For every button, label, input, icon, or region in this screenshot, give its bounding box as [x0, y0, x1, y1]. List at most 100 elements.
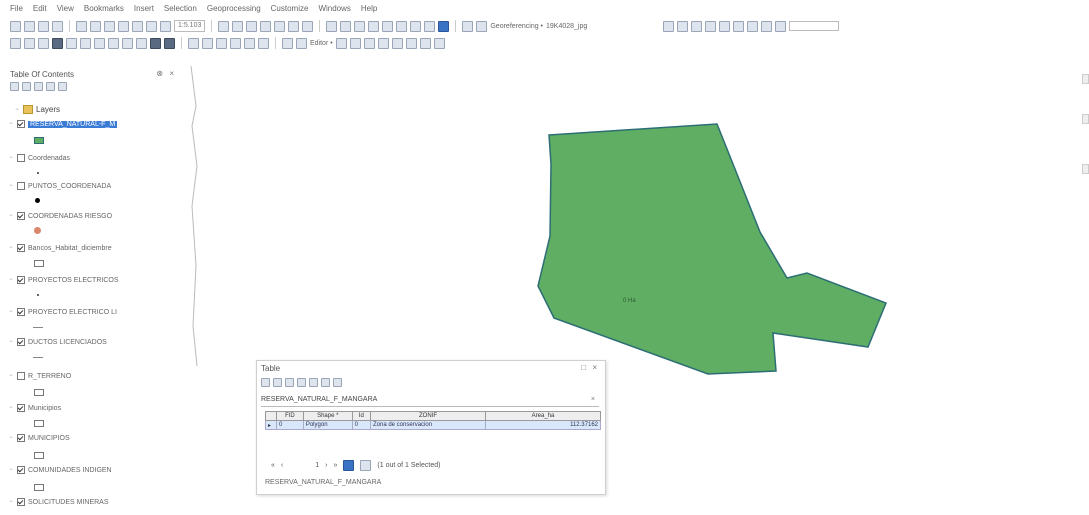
layer-item-r-terreno[interactable]: − R_TERRENO — [8, 372, 71, 380]
delete-icon[interactable] — [118, 20, 129, 32]
highlight-tool-icon[interactable] — [438, 20, 450, 32]
menu-selection[interactable]: Selection — [164, 4, 197, 13]
layer-item-municipios[interactable]: − Municipios — [8, 404, 61, 412]
collapse-icon[interactable]: − — [14, 107, 20, 113]
menu-help[interactable]: Help — [361, 4, 377, 13]
line-symbol-icon[interactable] — [33, 357, 43, 358]
forward-extent-icon[interactable] — [108, 37, 119, 49]
edit-tool-icon[interactable] — [335, 37, 347, 49]
layer-name[interactable]: DUCTOS LICENCIADOS — [28, 339, 107, 346]
layer-name[interactable]: PUNTOS_COORDENADA — [28, 183, 111, 190]
zoom-in-icon[interactable] — [10, 37, 21, 49]
map-scale-select[interactable]: 1:5.103 — [174, 20, 206, 32]
draw-tool-icon[interactable] — [691, 20, 703, 32]
layer-name[interactable]: R_TERRENO — [28, 373, 71, 380]
cell-area[interactable]: 112.37162 — [485, 420, 601, 430]
cell-zonif[interactable]: Zona de conservacion — [370, 420, 486, 430]
draw-tool-icon[interactable] — [677, 20, 689, 32]
dock-tab-icon[interactable] — [1082, 114, 1089, 124]
layer-visibility-checkbox[interactable] — [17, 466, 25, 474]
zoom-to-selected-icon[interactable] — [321, 378, 330, 387]
previous-record-icon[interactable]: ‹ — [281, 462, 283, 469]
select-elements-icon[interactable] — [150, 37, 161, 49]
layer-visibility-checkbox[interactable] — [17, 244, 25, 252]
html-popup-icon[interactable] — [258, 37, 269, 49]
menu-geoprocessing[interactable]: Geoprocessing — [207, 4, 261, 13]
collapse-icon[interactable]: − — [8, 155, 14, 161]
menu-insert[interactable]: Insert — [134, 4, 154, 13]
layer-name[interactable]: MUNICIPIOS — [28, 435, 70, 442]
dock-tab-icon[interactable] — [1082, 74, 1089, 84]
georef-tool-icon[interactable] — [354, 20, 366, 32]
layer-name[interactable]: PROYECTOS ELECTRICOS — [28, 277, 119, 284]
layer-item-proyectos-electricos[interactable]: − PROYECTOS ELECTRICOS — [8, 276, 119, 284]
show-all-records-icon[interactable] — [343, 460, 355, 471]
layer-name[interactable]: COMUNIDADES INDIGEN — [28, 467, 112, 474]
collapse-icon[interactable]: − — [8, 405, 14, 411]
georef-tool-icon[interactable] — [396, 20, 408, 32]
edit-tool-icon[interactable] — [433, 37, 445, 49]
polygon-symbol-icon[interactable] — [34, 484, 44, 491]
layer-item-ductos-licenciados[interactable]: − DUCTOS LICENCIADOS — [8, 338, 107, 346]
layer-item-coordenadas-riesgo[interactable]: − COORDENADAS RIESGO — [8, 212, 112, 220]
print-icon[interactable] — [52, 20, 63, 32]
draw-tool-icon[interactable] — [761, 20, 773, 32]
hyperlink-icon[interactable] — [244, 37, 255, 49]
delete-selected-icon[interactable] — [333, 378, 342, 387]
paste-icon[interactable] — [104, 20, 115, 32]
menu-file[interactable]: File — [10, 4, 23, 13]
toc-window-icon[interactable] — [232, 20, 244, 32]
edit-tool-icon[interactable] — [405, 37, 417, 49]
georef-options-icon[interactable] — [476, 20, 488, 32]
cell-fid[interactable]: 0 — [276, 420, 304, 430]
draw-tool-icon[interactable] — [705, 20, 717, 32]
cell-shape[interactable]: Polygon — [302, 420, 353, 430]
select-by-attributes-icon[interactable] — [285, 378, 294, 387]
editor-toolbar-icon[interactable] — [218, 20, 230, 32]
clear-selection-icon[interactable] — [136, 37, 147, 49]
point-symbol-icon[interactable] — [34, 227, 41, 234]
layer-visibility-checkbox[interactable] — [17, 212, 25, 220]
layer-name[interactable]: Bancos_Habitat_diciembre — [28, 245, 112, 252]
table-tab-label[interactable]: RESERVA_NATURAL_F_MANGARA — [261, 396, 377, 403]
georef-tool-icon[interactable] — [368, 20, 380, 32]
table-options-icon[interactable] — [261, 378, 270, 387]
polygon-symbol-icon[interactable] — [34, 260, 44, 267]
georef-tool-icon[interactable] — [340, 20, 352, 32]
open-icon[interactable] — [24, 20, 35, 32]
point-symbol-icon[interactable] — [35, 198, 40, 203]
copy-icon[interactable] — [90, 20, 101, 32]
time-slider-icon[interactable] — [282, 37, 293, 49]
layers-root[interactable]: − Layers — [14, 105, 60, 114]
table-window-controls[interactable]: □ × — [581, 363, 599, 372]
arctoolbox-icon[interactable] — [274, 20, 286, 32]
last-record-icon[interactable]: » — [334, 462, 338, 469]
close-tab-icon[interactable]: × — [591, 396, 595, 403]
draw-tool-icon[interactable] — [747, 20, 759, 32]
row-selector[interactable]: ▸ — [265, 420, 277, 430]
first-record-icon[interactable]: « — [271, 462, 275, 469]
create-viewer-icon[interactable] — [296, 37, 307, 49]
goto-xy-icon[interactable] — [216, 37, 227, 49]
table-tab[interactable]: RESERVA_NATURAL_F_MANGARA × — [261, 396, 599, 407]
georef-tool-icon[interactable] — [326, 20, 338, 32]
modelbuilder-icon[interactable] — [302, 20, 314, 32]
fixed-zoom-in-icon[interactable] — [66, 37, 77, 49]
layer-item-bancos-habitat[interactable]: − Bancos_Habitat_diciembre — [8, 244, 112, 252]
python-icon[interactable] — [288, 20, 300, 32]
draw-tool-icon[interactable] — [733, 20, 745, 32]
list-by-selection-icon[interactable] — [46, 82, 55, 91]
edit-tool-icon[interactable] — [377, 37, 389, 49]
point-symbol-icon[interactable] — [37, 172, 39, 174]
collapse-icon[interactable]: − — [8, 467, 14, 473]
line-symbol-icon[interactable] — [33, 327, 43, 328]
layer-visibility-checkbox[interactable] — [17, 308, 25, 316]
save-icon[interactable] — [38, 20, 49, 32]
next-record-icon[interactable]: › — [325, 462, 327, 469]
polygon-symbol-icon[interactable] — [34, 389, 44, 396]
layer-visibility-checkbox[interactable] — [17, 120, 25, 128]
edit-tool-icon[interactable] — [349, 37, 361, 49]
measure-icon[interactable] — [230, 37, 241, 49]
collapse-icon[interactable]: − — [8, 499, 14, 505]
collapse-icon[interactable]: − — [8, 213, 14, 219]
